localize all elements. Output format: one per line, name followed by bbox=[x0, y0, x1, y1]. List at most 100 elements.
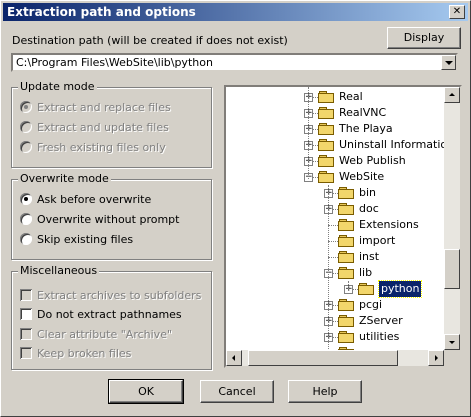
miscellaneous-group: Miscellaneous Extract archives to subfol… bbox=[11, 264, 212, 370]
folder-icon bbox=[338, 267, 354, 279]
checkbox-icon bbox=[20, 347, 32, 359]
tree-node[interactable]: + ZServer bbox=[226, 313, 441, 329]
tree-node[interactable]: + Real bbox=[226, 89, 441, 105]
tree-node-label: Real bbox=[339, 90, 363, 103]
chevron-down-icon[interactable] bbox=[441, 55, 456, 70]
tree-node-label: lib bbox=[359, 266, 373, 279]
folder-icon bbox=[338, 299, 354, 311]
option-label: Ask before overwrite bbox=[37, 192, 152, 206]
scroll-corner bbox=[444, 350, 460, 366]
folder-icon bbox=[318, 171, 334, 183]
option-label: Overwrite without prompt bbox=[37, 212, 180, 226]
option-label: Extract and replace files bbox=[37, 100, 171, 114]
tree-connector bbox=[328, 241, 338, 242]
option-label: Do not extract pathnames bbox=[37, 307, 182, 321]
option-label: Clear attribute "Archive" bbox=[37, 327, 173, 341]
vertical-scrollbar[interactable] bbox=[444, 87, 460, 350]
scroll-up-icon[interactable] bbox=[444, 87, 460, 103]
scroll-right-icon[interactable] bbox=[428, 350, 444, 366]
tree-node-label: Uninstall Information bbox=[339, 138, 455, 151]
tree-node[interactable]: − WebSite bbox=[226, 169, 441, 185]
tree-node-label: doc bbox=[359, 202, 379, 215]
checkbox-extract-archives-subfolders[interactable]: Extract archives to subfolders bbox=[20, 288, 201, 304]
tree-node[interactable]: + The Playa bbox=[226, 121, 441, 137]
tree-node[interactable]: + doc bbox=[226, 201, 441, 217]
display-button[interactable]: Display bbox=[387, 27, 461, 49]
radio-ask-before-overwrite[interactable]: Ask before overwrite bbox=[20, 192, 151, 208]
hscroll-thumb[interactable] bbox=[248, 350, 398, 366]
option-label: Extract and update files bbox=[37, 120, 169, 134]
folder-icon bbox=[338, 235, 354, 247]
tree-node-label: RealVNC bbox=[339, 106, 387, 119]
extraction-dialog: Extraction path and options ✕ Destinatio… bbox=[0, 0, 471, 417]
tree-connector bbox=[328, 225, 338, 226]
open-folder-icon bbox=[358, 283, 374, 295]
tree-node[interactable]: + Web Publish bbox=[226, 153, 441, 169]
tree-node-label: utilities bbox=[359, 330, 400, 343]
folder-icon bbox=[318, 155, 334, 167]
tree-connector bbox=[328, 257, 338, 258]
help-button[interactable]: Help bbox=[288, 380, 362, 403]
scroll-down-icon[interactable] bbox=[444, 334, 460, 350]
tree-node-label: import bbox=[359, 234, 396, 247]
radio-icon bbox=[20, 101, 32, 113]
checkbox-icon bbox=[20, 328, 32, 340]
tree-node[interactable]: + bin bbox=[226, 185, 441, 201]
folder-icon bbox=[338, 187, 354, 199]
option-label: Fresh existing files only bbox=[37, 140, 166, 154]
destination-path-combo[interactable]: C:\Program Files\WebSite\lib\python bbox=[11, 53, 458, 72]
folder-icon bbox=[338, 203, 354, 215]
tree-node[interactable]: + utilities bbox=[226, 329, 441, 345]
tree-node[interactable]: + RealVNC bbox=[226, 105, 441, 121]
overwrite-mode-group: Overwrite mode Ask before overwrite Over… bbox=[11, 172, 212, 260]
title-bar: Extraction path and options ✕ bbox=[3, 3, 468, 21]
tree-node-label: WebSite bbox=[339, 170, 385, 183]
checkbox-do-not-extract-pathnames[interactable]: Do not extract pathnames bbox=[20, 307, 182, 323]
tree-node[interactable]: − lib bbox=[226, 265, 441, 281]
tree-node[interactable]: Extensions bbox=[226, 217, 441, 233]
tree-node[interactable]: import bbox=[226, 233, 441, 249]
radio-overwrite-without-prompt[interactable]: Overwrite without prompt bbox=[20, 212, 179, 228]
radio-skip-existing[interactable]: Skip existing files bbox=[20, 232, 133, 248]
horizontal-scrollbar[interactable] bbox=[226, 350, 444, 366]
tree-node[interactable]: + Uninstall Information bbox=[226, 137, 454, 153]
folder-icon bbox=[318, 123, 334, 135]
radio-extract-update[interactable]: Extract and update files bbox=[20, 120, 169, 136]
close-button[interactable]: ✕ bbox=[449, 5, 465, 19]
tree-guide-line bbox=[328, 185, 329, 355]
cancel-button[interactable]: Cancel bbox=[200, 380, 274, 403]
radio-icon bbox=[20, 213, 32, 225]
tree-node[interactable]: + python bbox=[226, 280, 441, 298]
scroll-thumb[interactable] bbox=[444, 249, 460, 289]
tree-guide-line bbox=[308, 87, 309, 179]
window-title: Extraction path and options bbox=[7, 5, 196, 19]
folder-icon bbox=[318, 139, 334, 151]
option-label: Extract archives to subfolders bbox=[37, 288, 202, 302]
checkbox-keep-broken-files[interactable]: Keep broken files bbox=[20, 346, 131, 362]
update-mode-group: Update mode Extract and replace files Ex… bbox=[11, 80, 212, 168]
option-label: Keep broken files bbox=[37, 346, 132, 360]
checkbox-icon bbox=[20, 308, 32, 320]
tree-node-label: ZServer bbox=[359, 314, 403, 327]
checkbox-icon bbox=[20, 289, 32, 301]
option-label: Skip existing files bbox=[37, 232, 134, 246]
folder-icon bbox=[318, 107, 334, 119]
scroll-left-icon[interactable] bbox=[226, 350, 242, 366]
tree-node[interactable]: inst bbox=[226, 249, 441, 265]
radio-icon bbox=[20, 193, 32, 205]
radio-extract-replace[interactable]: Extract and replace files bbox=[20, 100, 171, 116]
folder-tree[interactable]: + Real + RealVNC + The Playa + Uninstall Inform… bbox=[224, 85, 462, 368]
radio-icon bbox=[20, 233, 32, 245]
folder-icon bbox=[338, 331, 354, 343]
tree-node-label: Web Publish bbox=[339, 154, 406, 167]
tree-node[interactable]: + pcgi bbox=[226, 297, 441, 313]
tree-guide-line bbox=[348, 281, 349, 291]
radio-fresh-existing[interactable]: Fresh existing files only bbox=[20, 140, 166, 156]
tree-node-label: bin bbox=[359, 186, 377, 199]
tree-node-label: The Playa bbox=[339, 122, 393, 135]
ok-button[interactable]: OK bbox=[108, 379, 184, 404]
tree-node-label: pcgi bbox=[359, 298, 383, 311]
checkbox-clear-archive-attribute[interactable]: Clear attribute "Archive" bbox=[20, 327, 172, 343]
tree-node-label: inst bbox=[359, 250, 380, 263]
destination-label: Destination path (will be created if doe… bbox=[12, 34, 288, 47]
